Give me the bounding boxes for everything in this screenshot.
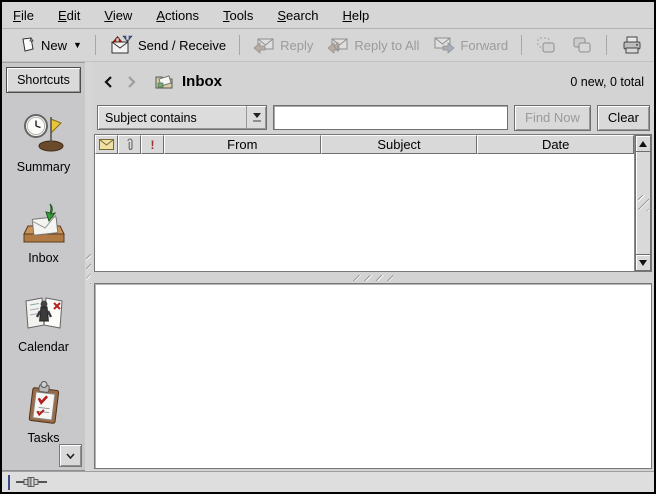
reply-all-icon xyxy=(327,35,349,55)
reply-label: Reply xyxy=(280,38,313,53)
inbox-folder-icon xyxy=(154,73,174,90)
folder-message-count: 0 new, 0 total xyxy=(570,75,644,89)
sidebar-item-label: Inbox xyxy=(28,251,59,265)
message-list-pane: ! From Subject Date xyxy=(94,134,652,272)
message-preview-pane[interactable] xyxy=(94,283,652,469)
sidebar-item-label: Calendar xyxy=(18,340,69,354)
sidebar-splitter[interactable] xyxy=(85,62,92,471)
clear-button[interactable]: Clear xyxy=(597,105,650,131)
shortcuts-group-button[interactable]: Shortcuts xyxy=(6,67,81,93)
dropdown-arrow-icon xyxy=(246,106,266,129)
new-button-label: New xyxy=(41,38,67,53)
shortcuts-group-label: Shortcuts xyxy=(17,73,70,87)
scrollbar-grip xyxy=(638,195,649,211)
column-attachment[interactable] xyxy=(118,135,141,154)
find-now-button[interactable]: Find Now xyxy=(514,105,591,131)
search-criteria-dropdown[interactable]: Subject contains xyxy=(97,105,267,130)
move-to-folder-button[interactable] xyxy=(530,32,562,58)
reply-to-all-label: Reply to All xyxy=(354,38,419,53)
column-subject[interactable]: Subject xyxy=(321,135,478,154)
find-now-label: Find Now xyxy=(525,110,580,125)
column-date[interactable]: Date xyxy=(477,135,634,154)
splitter-grip xyxy=(353,275,393,281)
sidebar-item-inbox[interactable]: Inbox xyxy=(4,200,84,265)
menu-actions[interactable]: Actions xyxy=(156,8,199,23)
menu-search[interactable]: Search xyxy=(277,8,318,23)
search-criteria-value: Subject contains xyxy=(98,106,246,129)
search-input[interactable] xyxy=(273,105,508,130)
message-list-header: ! From Subject Date xyxy=(95,135,634,154)
toolbar-separator xyxy=(239,35,240,55)
scrollbar-thumb[interactable] xyxy=(635,152,651,254)
menu-help[interactable]: Help xyxy=(343,8,370,23)
message-list-scrollbar[interactable] xyxy=(634,135,651,271)
mail-status-icon xyxy=(99,139,114,150)
splitter-grip xyxy=(86,254,91,284)
chevron-down-icon xyxy=(66,453,75,459)
sidebar-item-tasks[interactable]: Tasks xyxy=(4,380,84,445)
reply-button[interactable]: Reply xyxy=(248,32,318,58)
inbox-icon xyxy=(20,200,68,246)
folder-title: Inbox xyxy=(182,73,222,90)
calendar-icon xyxy=(20,291,68,335)
column-mail-status[interactable] xyxy=(95,135,118,154)
shortcut-item-list: Summary Inbox xyxy=(2,97,85,445)
menubar: File Edit View Actions Tools Search Help xyxy=(2,2,654,29)
forward-label: Forward xyxy=(460,38,508,53)
evolution-window: { "menu_bar": { "items": [ { "label": "F… xyxy=(0,0,656,494)
print-icon xyxy=(620,35,644,55)
main-area: Shortcuts Summary xyxy=(2,62,654,471)
copy-to-folder-icon xyxy=(571,35,593,55)
scroll-up-button[interactable] xyxy=(635,135,651,152)
back-arrow-icon[interactable] xyxy=(100,73,116,91)
statusbar-edge xyxy=(8,475,10,490)
forward-button[interactable]: Forward xyxy=(428,32,513,58)
toolbar: New ▼ Send / Receive Reply xyxy=(2,29,654,62)
copy-to-folder-button[interactable] xyxy=(566,32,598,58)
scroll-down-button[interactable] xyxy=(635,254,651,271)
attachment-icon xyxy=(126,138,134,152)
forward-icon xyxy=(433,35,455,55)
move-to-folder-icon xyxy=(535,35,557,55)
message-list-body[interactable] xyxy=(95,154,634,271)
toolbar-separator xyxy=(521,35,522,55)
tasks-icon xyxy=(21,380,67,426)
sidebar-scroll-down-button[interactable] xyxy=(59,444,82,467)
menu-tools[interactable]: Tools xyxy=(223,8,253,23)
column-priority[interactable]: ! xyxy=(141,135,164,154)
toolbar-separator xyxy=(95,35,96,55)
reply-icon xyxy=(253,35,275,55)
statusbar xyxy=(2,471,654,492)
forward-arrow-icon[interactable] xyxy=(124,73,140,91)
content-area: Inbox 0 new, 0 total Subject contains Fi… xyxy=(92,62,654,471)
summary-icon xyxy=(21,109,67,155)
triangle-up-icon xyxy=(639,141,647,147)
reply-to-all-button[interactable]: Reply to All xyxy=(322,32,424,58)
toolbar-separator xyxy=(606,35,607,55)
search-bar: Subject contains Find Now Clear xyxy=(92,101,654,134)
send-receive-icon xyxy=(109,35,133,55)
menu-file[interactable]: File xyxy=(13,8,34,23)
folder-header: Inbox 0 new, 0 total xyxy=(92,62,654,101)
new-button[interactable]: New ▼ xyxy=(13,33,87,57)
sidebar-item-calendar[interactable]: Calendar xyxy=(4,291,84,354)
send-receive-button[interactable]: Send / Receive xyxy=(104,32,231,58)
new-document-icon xyxy=(18,36,36,54)
send-receive-label: Send / Receive xyxy=(138,38,226,53)
triangle-down-icon xyxy=(639,260,647,266)
priority-icon: ! xyxy=(151,138,155,152)
sidebar-item-summary[interactable]: Summary xyxy=(4,109,84,174)
preview-splitter[interactable] xyxy=(92,272,654,283)
column-from[interactable]: From xyxy=(164,135,321,154)
sidebar-item-label: Summary xyxy=(17,160,70,174)
sidebar-item-label: Tasks xyxy=(28,431,60,445)
shortcuts-sidebar: Shortcuts Summary xyxy=(2,62,85,471)
online-status-plug-icon[interactable] xyxy=(16,476,50,488)
menu-view[interactable]: View xyxy=(104,8,132,23)
menu-edit[interactable]: Edit xyxy=(58,8,80,23)
print-button[interactable] xyxy=(615,32,649,58)
clear-label: Clear xyxy=(608,110,639,125)
chevron-down-icon: ▼ xyxy=(73,40,82,50)
